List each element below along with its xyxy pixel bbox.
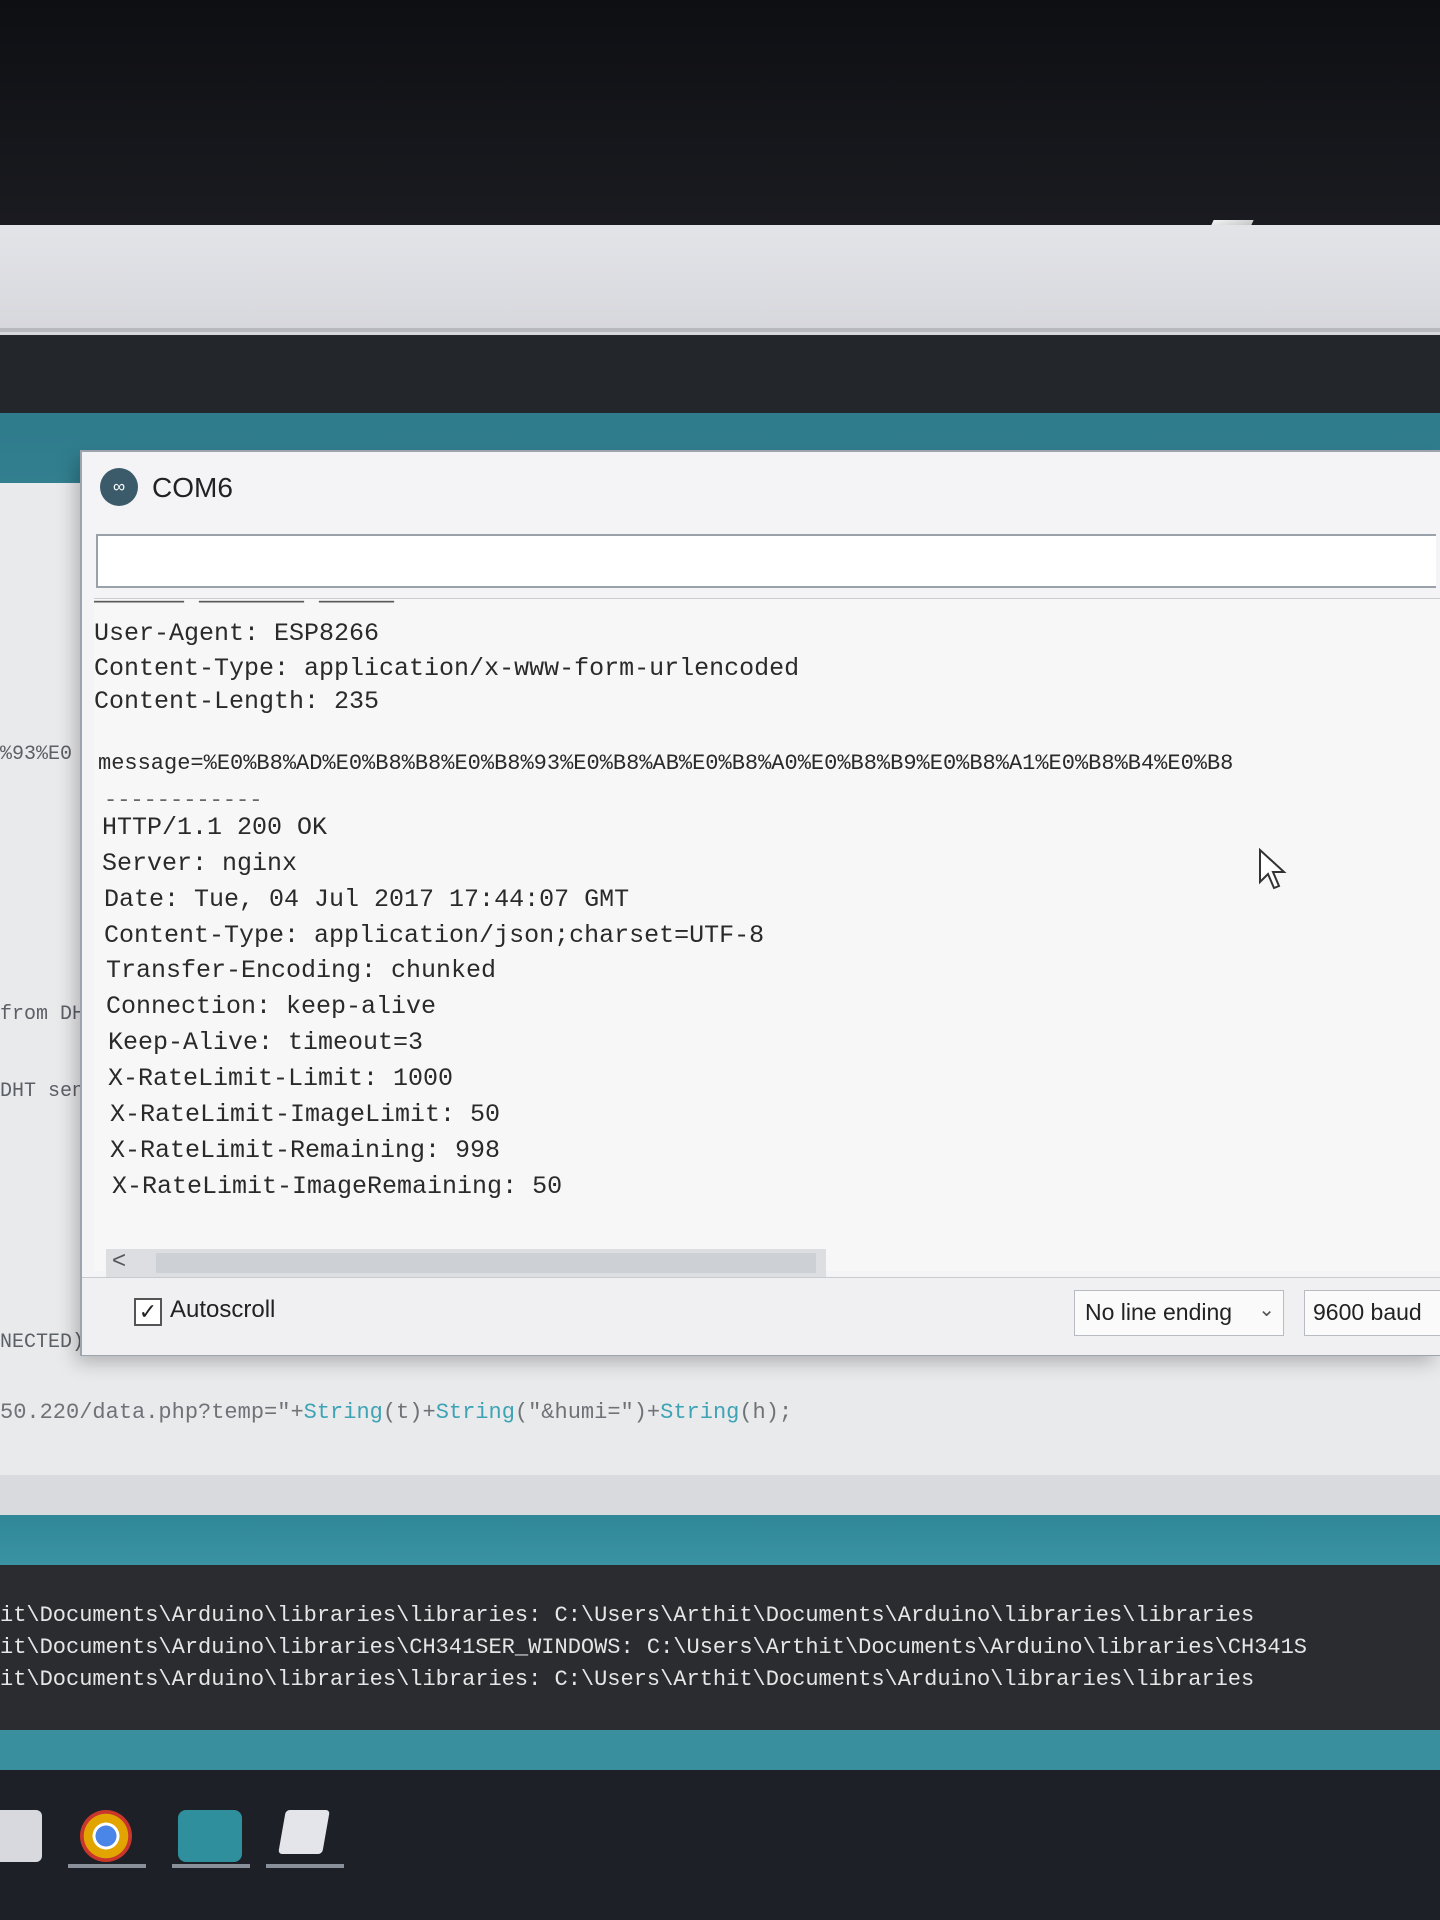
monitor-bezel	[0, 0, 1440, 225]
output-line: X-RateLimit-Remaining: 998	[110, 1136, 501, 1165]
chevron-down-icon: ⌄	[1258, 1299, 1275, 1321]
output-line: Transfer-Encoding: chunked	[106, 956, 497, 985]
output-line: Content-Length: 235	[94, 687, 380, 716]
window-title: COM6	[152, 472, 233, 503]
arduino-icon[interactable]	[178, 1810, 242, 1862]
serial-output[interactable]: —————— ——————— ————— User-Agent: ESP8266…	[94, 598, 1440, 1271]
output-separator: ------------	[104, 788, 263, 813]
output-line: X-RateLimit-ImageLimit: 50	[110, 1100, 501, 1129]
code-text: 50.220/data.php?temp="+	[0, 1400, 304, 1425]
title-bar[interactable]: ∞ COM6	[82, 452, 1440, 524]
horizontal-scrollbar[interactable]: <	[106, 1247, 826, 1277]
serial-controls-bar: ✓ Autoscroll No line ending ⌄ 9600 baud	[82, 1277, 1440, 1355]
output-line: Connection: keep-alive	[106, 992, 437, 1021]
dark-strip	[0, 335, 1440, 413]
output-line: User-Agent: ESP8266	[94, 619, 380, 648]
code-text: ("&humi=")+	[514, 1400, 661, 1425]
baud-rate-value: 9600 baud	[1313, 1299, 1422, 1325]
output-line: Content-Type: application/x-www-form-url…	[94, 654, 800, 683]
notes-icon[interactable]	[278, 1810, 330, 1854]
taskbar-active-indicator	[266, 1864, 344, 1868]
editor-code-line: 50.220/data.php?temp="+String(t)+String(…	[0, 1400, 792, 1425]
code-text: (h);	[739, 1400, 793, 1425]
code-keyword: String	[435, 1400, 515, 1425]
baud-rate-select[interactable]: 9600 baud	[1304, 1290, 1440, 1336]
line-ending-value: No line ending	[1085, 1299, 1233, 1325]
background-window-band	[0, 225, 1440, 335]
code-keyword: String	[660, 1400, 740, 1425]
status-bar	[0, 1730, 1440, 1770]
arduino-logo-icon: ∞	[100, 468, 138, 506]
chrome-icon[interactable]	[80, 1810, 132, 1862]
autoscroll-label: Autoscroll	[170, 1296, 276, 1323]
console-output[interactable]: it\Documents\Arduino\libraries\libraries…	[0, 1565, 1440, 1730]
scrollbar-thumb[interactable]	[156, 1253, 816, 1273]
console-line: it\Documents\Arduino\libraries\libraries…	[0, 1667, 1255, 1692]
autoscroll-checkbox[interactable]: ✓	[134, 1298, 162, 1326]
code-text: (t)+	[382, 1400, 436, 1425]
editor-fragment: %93%E0	[0, 743, 73, 766]
output-line: HTTP/1.1 200 OK	[102, 813, 328, 842]
taskbar-active-indicator	[68, 1864, 146, 1868]
output-line: X-RateLimit-Limit: 1000	[108, 1064, 454, 1093]
line-ending-select[interactable]: No line ending ⌄	[1074, 1290, 1284, 1336]
scroll-left-icon[interactable]: <	[112, 1247, 126, 1275]
message-bar	[0, 1515, 1440, 1565]
taskbar-active-indicator	[172, 1864, 250, 1868]
console-line: it\Documents\Arduino\libraries\CH341SER_…	[0, 1635, 1308, 1660]
output-line: X-RateLimit-ImageRemaining: 50	[112, 1172, 563, 1201]
store-icon[interactable]	[0, 1810, 42, 1862]
mouse-cursor-icon	[1259, 848, 1287, 890]
output-line-message: message=%E0%B8%AD%E0%B8%B8%E0%B8%93%E0%B…	[98, 751, 1234, 776]
editor-fragment: DHT sen	[0, 1080, 85, 1103]
output-line: Date: Tue, 04 Jul 2017 17:44:07 GMT	[104, 885, 630, 914]
output-line: Server: nginx	[102, 849, 298, 878]
code-keyword: String	[303, 1400, 383, 1425]
output-line: Content-Type: application/json;charset=U…	[104, 921, 765, 950]
console-line: it\Documents\Arduino\libraries\libraries…	[0, 1603, 1255, 1628]
serial-monitor-window: ∞ COM6 —————— ——————— ————— User-Agent: …	[82, 452, 1440, 1355]
editor-bottom-strip	[0, 1475, 1440, 1515]
output-line-cut: —————— ——————— —————	[94, 598, 395, 616]
band-divider	[0, 328, 1440, 332]
output-line: Keep-Alive: timeout=3	[108, 1028, 424, 1057]
serial-send-input[interactable]	[96, 534, 1436, 588]
